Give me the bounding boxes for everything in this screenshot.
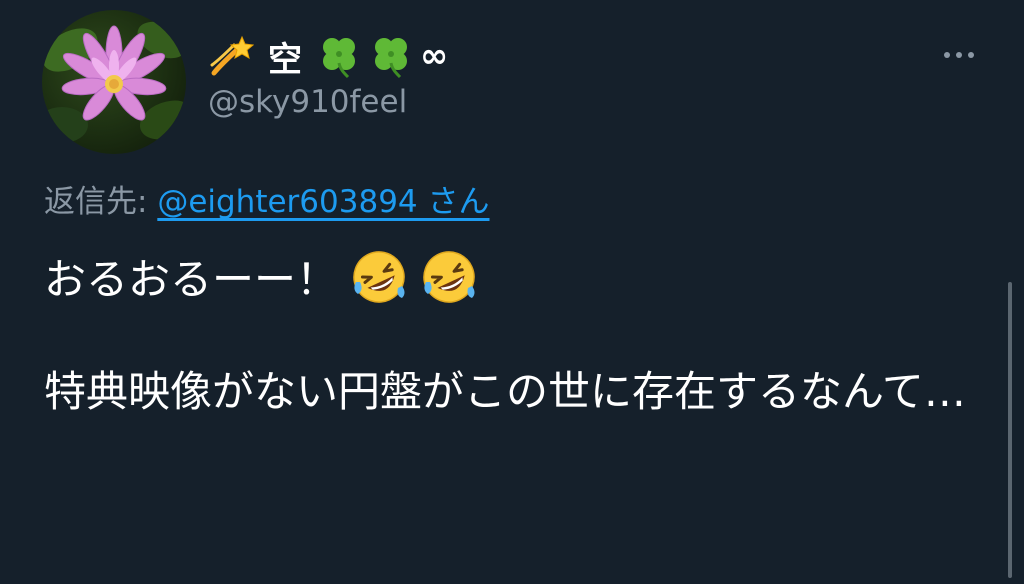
reply-to-mention-link[interactable]: @eighter603894 さん: [157, 184, 489, 220]
tweet-text-body: 特典映像がない円盤がこの世に存在するなんて…: [44, 367, 966, 416]
reply-to-line: 返信先: @eighter603894 さん: [44, 176, 490, 221]
tweet-text-line1: おるおるーー！: [44, 246, 478, 307]
display-name-row[interactable]: 空 ∞: [208, 26, 448, 86]
four-leaf-clover-icon: [316, 33, 362, 79]
rolling-on-floor-laughing-icon: [420, 248, 478, 306]
display-name: 空: [268, 39, 302, 80]
scrollbar-thumb[interactable]: [1008, 282, 1012, 578]
avatar[interactable]: [42, 10, 186, 154]
tweet-card: 空 ∞ @sky910feel 返信先: @eighter603894 さん お…: [0, 0, 1024, 584]
tweet-text-line1-content: おるおるーー！: [44, 255, 339, 304]
more-options-icon[interactable]: [934, 40, 984, 70]
four-leaf-clover-icon: [368, 33, 414, 79]
infinity-symbol: ∞: [420, 36, 449, 76]
user-handle[interactable]: @sky910feel: [208, 84, 407, 120]
dizzy-comet-icon: [208, 33, 254, 79]
rolling-on-floor-laughing-icon: [350, 248, 408, 306]
reply-to-label: 返信先:: [44, 184, 158, 220]
